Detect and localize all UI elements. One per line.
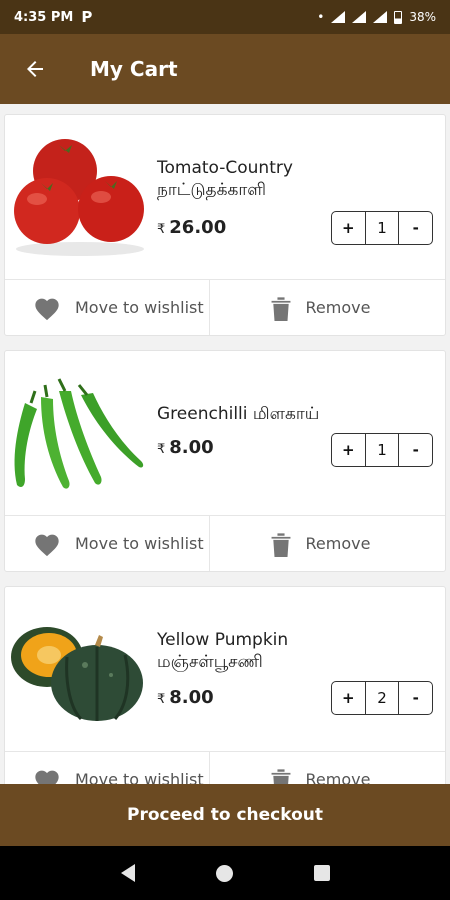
increment-button[interactable]: + (332, 212, 365, 244)
product-price: ₹8.00 (157, 687, 214, 708)
quantity-value: 1 (364, 434, 400, 466)
product-name: Greenchilli மிளகாய் (157, 404, 320, 424)
increment-button[interactable]: + (332, 434, 365, 466)
remove-button[interactable]: Remove (210, 752, 446, 784)
product-name: Yellow Pumpkin (157, 630, 289, 650)
nav-recents-icon[interactable] (313, 865, 330, 881)
proceed-to-checkout-button[interactable]: Proceed to checkout (0, 784, 450, 846)
decrement-button[interactable]: - (399, 682, 432, 714)
system-nav-bar (0, 846, 450, 900)
heart-icon (35, 770, 59, 784)
remove-button[interactable]: Remove (210, 516, 446, 571)
currency-symbol: ₹ (157, 692, 166, 707)
nav-home-icon[interactable] (215, 864, 233, 882)
move-to-wishlist-button[interactable]: Move to wishlist (5, 280, 210, 335)
dot-icon: • (317, 10, 325, 24)
decrement-button[interactable]: - (399, 212, 432, 244)
signal-icon-2 (373, 11, 388, 23)
remove-button[interactable]: Remove (210, 280, 446, 335)
tomato-image (14, 139, 144, 256)
wifi-icon (331, 11, 346, 23)
trash-icon (271, 296, 290, 321)
increment-button[interactable]: + (332, 682, 365, 714)
move-to-wishlist-button[interactable]: Move to wishlist (5, 752, 210, 784)
product-name: Tomato-Country (157, 158, 293, 178)
price-value: 8.00 (169, 437, 214, 458)
cart-item: Yellow Pumpkin மஞ்சள்பூசணி ₹8.00 + 2 - M… (4, 586, 446, 784)
product-price: ₹26.00 (157, 217, 226, 238)
back-button[interactable] (0, 34, 70, 104)
wishlist-label: Move to wishlist (75, 770, 204, 784)
quantity-stepper: + 2 - (331, 681, 433, 715)
cart-list[interactable]: Tomato-Country நாட்டுதக்காளி ₹26.00 + 1 … (0, 104, 450, 784)
product-price: ₹8.00 (157, 437, 214, 458)
heart-icon (35, 534, 59, 556)
move-to-wishlist-button[interactable]: Move to wishlist (5, 516, 210, 571)
heart-icon (35, 298, 59, 320)
status-icons: • 38% (317, 10, 436, 24)
wishlist-label: Move to wishlist (75, 298, 204, 317)
quantity-value: 2 (364, 682, 400, 714)
pumpkin-image (11, 627, 143, 721)
signal-icon (352, 11, 367, 23)
remove-label: Remove (305, 298, 371, 317)
quantity-stepper: + 1 - (331, 433, 433, 467)
cart-item: Greenchilli மிளகாய் ₹8.00 + 1 - Move to … (4, 350, 446, 572)
app-bar: My Cart (0, 34, 450, 104)
product-name-block: Tomato-Country நாட்டுதக்காளி (157, 157, 293, 201)
product-name-block: Greenchilli மிளகாய் (157, 403, 319, 425)
battery-icon (394, 10, 403, 24)
quantity-stepper: + 1 - (331, 211, 433, 245)
trash-icon (271, 532, 290, 557)
product-name-block: Yellow Pumpkin மஞ்சள்பூசணி (157, 629, 288, 673)
cart-item: Tomato-Country நாட்டுதக்காளி ₹26.00 + 1 … (4, 114, 446, 336)
currency-symbol: ₹ (157, 442, 166, 457)
green-chilli-image (14, 378, 144, 489)
price-value: 26.00 (169, 217, 227, 238)
product-name-tamil: நாட்டுதக்காளி (157, 180, 266, 200)
product-name-tamil: மஞ்சள்பூசணி (157, 652, 263, 672)
status-time: 4:35 PM (14, 9, 74, 25)
trash-icon (271, 768, 290, 784)
price-value: 8.00 (169, 687, 214, 708)
checkout-label: Proceed to checkout (126, 805, 323, 825)
notification-app-icon: P (81, 8, 93, 26)
quantity-value: 1 (364, 212, 400, 244)
nav-back-icon[interactable] (120, 864, 135, 882)
decrement-button[interactable]: - (399, 434, 432, 466)
remove-label: Remove (305, 534, 371, 553)
page-title: My Cart (90, 57, 178, 81)
battery-percent: 38% (409, 10, 436, 24)
status-bar: 4:35 PM P • 38% (0, 0, 450, 34)
arrow-left-icon (27, 61, 43, 77)
currency-symbol: ₹ (157, 222, 166, 237)
remove-label: Remove (305, 770, 371, 784)
wishlist-label: Move to wishlist (75, 534, 204, 553)
